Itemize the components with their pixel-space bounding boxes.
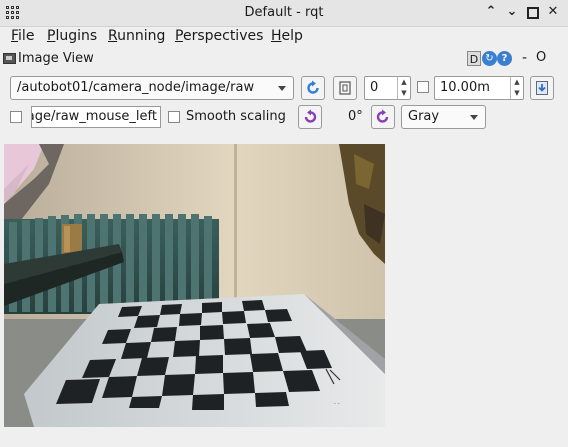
- topic-combobox[interactable]: /autobot01/camera_node/image/raw: [10, 76, 294, 100]
- chevron-down-icon: [470, 115, 478, 120]
- camera-image: · ·: [4, 144, 385, 427]
- svg-text:· ·: · ·: [334, 401, 340, 408]
- topic-value: /autobot01/camera_node/image/raw: [17, 80, 255, 95]
- save-image-button[interactable]: [530, 76, 554, 100]
- max-range-spinbox[interactable]: 10.00m ▲ ▼: [434, 76, 524, 100]
- refresh-topics-button[interactable]: [301, 76, 325, 100]
- plugin-title: Image View: [18, 51, 94, 66]
- chevron-down-icon: [278, 86, 286, 91]
- minimize-icon[interactable]: ⌄: [503, 3, 521, 21]
- menu-file[interactable]: File: [11, 28, 34, 44]
- color-scheme-combobox[interactable]: Gray: [401, 105, 486, 129]
- camera-image-view[interactable]: · ·: [4, 144, 385, 427]
- menu-perspectives[interactable]: Perspectives: [175, 28, 263, 44]
- frame-value: 0: [370, 80, 379, 95]
- zoom-1-button[interactable]: [333, 76, 357, 100]
- rotate-right-button[interactable]: [371, 105, 395, 129]
- rotation-label: 0°: [348, 109, 363, 124]
- smooth-scaling-label: Smooth scaling: [186, 109, 286, 124]
- publish-mouse-checkbox[interactable]: [10, 111, 22, 123]
- rotate-left-button[interactable]: [298, 105, 322, 129]
- menu-plugins[interactable]: Plugins: [47, 28, 97, 44]
- spin-arrows-icon[interactable]: ▲ ▼: [510, 77, 523, 99]
- debug-button[interactable]: D: [467, 51, 481, 66]
- shade-icon[interactable]: ⌃: [482, 3, 500, 21]
- mouse-topic-input[interactable]: /image/raw_mouse_left: [31, 106, 161, 128]
- mouse-topic-value: /image/raw_mouse_left: [32, 109, 157, 124]
- menubar: File Plugins Running Perspectives Help: [0, 26, 568, 48]
- frame-spinbox[interactable]: 0 ▲ ▼: [364, 76, 411, 100]
- window-titlebar: Default - rqt ⌃ ⌄ ✕: [0, 0, 568, 27]
- smooth-scaling-checkbox[interactable]: [168, 111, 180, 123]
- rotate-left-icon: [304, 109, 317, 123]
- menu-help[interactable]: Help: [271, 28, 303, 44]
- plugin-header: Image View D ↻ ? - O: [0, 50, 568, 70]
- close-icon[interactable]: ✕: [544, 3, 562, 21]
- reload-icon[interactable]: ↻: [482, 51, 497, 66]
- save-icon: [536, 81, 548, 95]
- image-view-icon: [3, 53, 16, 64]
- minimize-plugin-button[interactable]: -: [522, 50, 527, 66]
- help-icon[interactable]: ?: [497, 51, 512, 66]
- color-scheme-value: Gray: [408, 109, 440, 124]
- dynamic-range-checkbox[interactable]: [417, 81, 429, 93]
- refresh-icon: [307, 80, 319, 94]
- float-plugin-button[interactable]: O: [536, 50, 546, 65]
- max-range-value: 10.00m: [440, 80, 490, 95]
- maximize-icon[interactable]: [524, 3, 542, 21]
- menu-running[interactable]: Running: [108, 28, 165, 44]
- rotate-right-icon: [376, 109, 389, 123]
- spin-arrows-icon[interactable]: ▲ ▼: [397, 77, 410, 99]
- zoom-1-icon: [339, 81, 351, 95]
